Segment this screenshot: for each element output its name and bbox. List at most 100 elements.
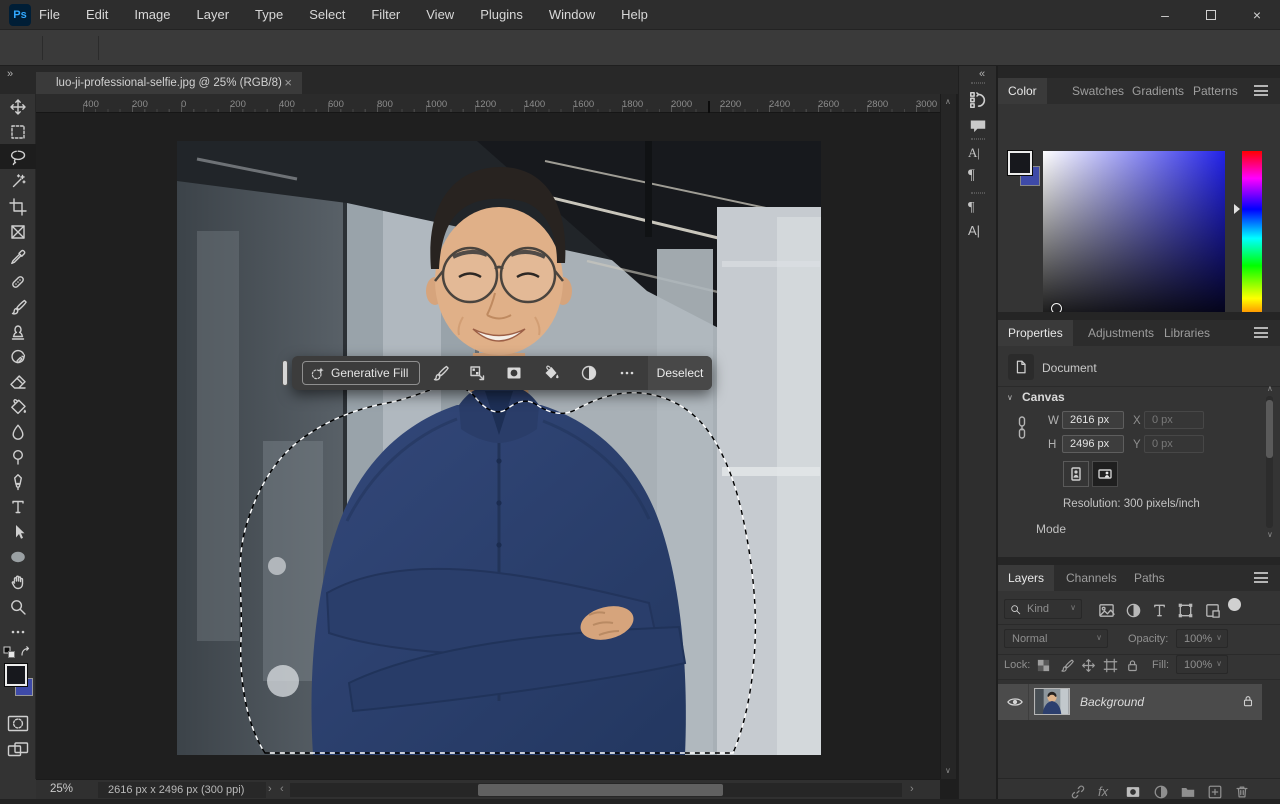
kind-filter-dropdown[interactable]: Kind ∨	[1004, 599, 1082, 619]
filter-shape-icon[interactable]	[1177, 602, 1194, 619]
menu-item-view[interactable]: View	[413, 0, 467, 30]
scrollbar-thumb[interactable]	[1266, 400, 1273, 458]
foreground-color-swatch[interactable]	[5, 664, 27, 686]
quick-mask-button[interactable]	[7, 714, 29, 732]
tab-channels[interactable]: Channels	[1056, 565, 1127, 591]
tab-properties[interactable]: Properties	[998, 320, 1073, 346]
tab-layers[interactable]: Layers	[998, 565, 1054, 591]
zoom-tool[interactable]	[0, 594, 36, 619]
default-colors-icon[interactable]	[3, 646, 16, 662]
menu-item-window[interactable]: Window	[536, 0, 608, 30]
paragraph-panel-icon[interactable]: ¶	[968, 167, 988, 187]
fill-selection-icon[interactable]	[542, 364, 560, 382]
comments-panel-icon[interactable]	[968, 116, 988, 136]
scroll-down-icon[interactable]: ∨	[1267, 530, 1273, 539]
hue-strip[interactable]	[1242, 151, 1262, 333]
expand-panels-icon[interactable]: «	[979, 68, 983, 80]
panel-menu-icon[interactable]	[1254, 327, 1268, 338]
new-adjustment-layer-icon[interactable]	[1153, 784, 1169, 800]
filter-image-icon[interactable]	[1098, 602, 1115, 619]
x-field[interactable]: 0 px	[1144, 411, 1204, 429]
eyedropper-tool[interactable]	[0, 244, 36, 269]
menu-item-type[interactable]: Type	[242, 0, 296, 30]
character-panel-icon[interactable]: A|	[968, 145, 988, 165]
foreground-color-swatch-small[interactable]	[1008, 151, 1032, 175]
ellipse-tool[interactable]	[0, 544, 36, 569]
brush-tool[interactable]	[0, 294, 36, 319]
lock-transparent-icon[interactable]	[1036, 658, 1051, 676]
layer-name[interactable]: Background	[1080, 695, 1144, 709]
rectangular-marquee-tool[interactable]	[0, 119, 36, 144]
layer-effects-icon[interactable]: fx	[1098, 784, 1108, 800]
blur-tool[interactable]	[0, 419, 36, 444]
clone-stamp-tool[interactable]	[0, 319, 36, 344]
layer-visibility-eye-icon[interactable]	[1007, 695, 1023, 709]
menu-item-image[interactable]: Image	[121, 0, 183, 30]
frame-tool[interactable]	[0, 219, 36, 244]
spot-healing-brush-tool[interactable]	[0, 269, 36, 294]
maximize-button[interactable]	[1188, 0, 1234, 30]
collapse-toolbar-icon[interactable]: »	[7, 68, 11, 80]
menu-item-edit[interactable]: Edit	[73, 0, 121, 30]
paragraph-styles-panel-icon[interactable]: ¶	[968, 200, 988, 220]
tab-adjustments[interactable]: Adjustments	[1078, 320, 1164, 346]
link-layers-icon[interactable]	[1070, 784, 1086, 800]
menu-item-file[interactable]: File	[26, 0, 73, 30]
scrollbar-thumb[interactable]	[478, 784, 723, 796]
menu-item-select[interactable]: Select	[296, 0, 358, 30]
opacity-dropdown[interactable]: 100% ∨	[1176, 629, 1228, 648]
crop-tool[interactable]	[0, 194, 36, 219]
menu-item-help[interactable]: Help	[608, 0, 661, 30]
tab-libraries[interactable]: Libraries	[1154, 320, 1220, 346]
move-tool[interactable]	[0, 94, 36, 119]
menu-item-layer[interactable]: Layer	[184, 0, 243, 30]
vertical-scrollbar[interactable]: ∧ ∨	[940, 94, 956, 779]
path-selection-tool[interactable]	[0, 519, 36, 544]
lock-position-icon[interactable]	[1081, 658, 1096, 673]
panel-menu-icon[interactable]	[1254, 85, 1268, 96]
minimize-button[interactable]: –	[1142, 0, 1188, 30]
status-chevron-icon[interactable]: ›	[268, 783, 272, 795]
lock-pixels-icon[interactable]	[1059, 658, 1074, 673]
tab-close-icon[interactable]: ×	[284, 72, 292, 94]
link-dimensions-icon[interactable]	[1015, 414, 1029, 446]
filter-smart-object-icon[interactable]	[1204, 602, 1221, 619]
scroll-right-icon[interactable]: ›	[910, 783, 914, 795]
edit-toolbar-icon[interactable]	[0, 619, 36, 644]
taskbar-drag-handle[interactable]	[282, 360, 288, 386]
menu-item-filter[interactable]: Filter	[358, 0, 413, 30]
scroll-up-icon[interactable]: ∧	[1267, 384, 1273, 393]
tab-patterns[interactable]: Patterns	[1183, 78, 1248, 104]
panel-scrollbar[interactable]	[1266, 396, 1273, 528]
scroll-left-icon[interactable]: ‹	[280, 783, 284, 795]
filter-type-icon[interactable]	[1151, 602, 1168, 619]
layer-row-background[interactable]: Background	[998, 684, 1262, 720]
character-styles-panel-icon[interactable]: A|	[968, 223, 988, 243]
close-button[interactable]: ×	[1234, 0, 1280, 30]
tab-paths[interactable]: Paths	[1124, 565, 1175, 591]
filter-pin-toggle[interactable]	[1228, 598, 1241, 611]
history-brush-tool[interactable]	[0, 344, 36, 369]
fill-dropdown[interactable]: 100% ∨	[1176, 655, 1228, 674]
add-mask-icon[interactable]	[505, 364, 523, 382]
document-tab[interactable]: luo-ji-professional-selfie.jpg @ 25% (RG…	[36, 72, 302, 94]
generative-fill-button[interactable]: Generative Fill	[302, 361, 420, 385]
new-layer-icon[interactable]	[1207, 784, 1223, 800]
dodge-tool[interactable]	[0, 444, 36, 469]
filter-adjustment-icon[interactable]	[1125, 602, 1142, 619]
eraser-tool[interactable]	[0, 369, 36, 394]
document-canvas-image[interactable]	[177, 141, 821, 755]
lasso-tool[interactable]	[0, 144, 36, 169]
lock-all-icon[interactable]	[1125, 658, 1140, 673]
canvas-area[interactable]: Generative Fill Deselect	[36, 113, 940, 779]
tab-color[interactable]: Color	[998, 78, 1047, 104]
panel-grip[interactable]	[971, 138, 985, 140]
history-panel-icon[interactable]	[968, 90, 988, 110]
scroll-down-icon[interactable]: ∨	[945, 766, 951, 775]
mode-label[interactable]: Mode	[1036, 522, 1066, 536]
delete-layer-icon[interactable]	[1234, 784, 1250, 800]
landscape-orientation-button[interactable]	[1092, 461, 1118, 487]
width-field[interactable]: 2616 px	[1062, 411, 1124, 429]
swap-colors-icon[interactable]	[19, 644, 33, 658]
type-tool[interactable]	[0, 494, 36, 519]
